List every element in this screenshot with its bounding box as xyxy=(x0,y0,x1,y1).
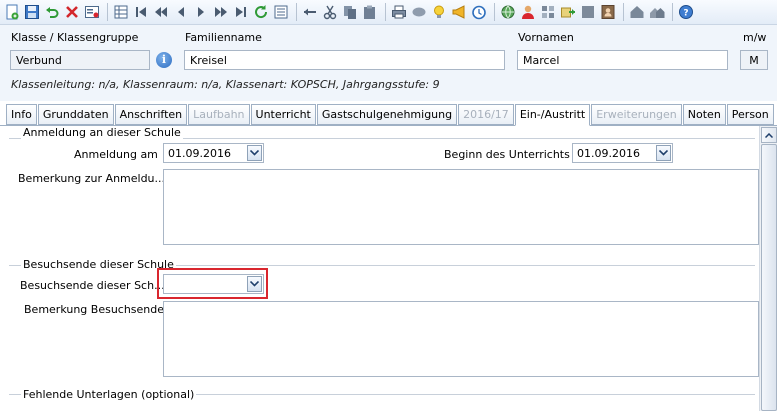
beginn-unterricht-value: 01.09.2016 xyxy=(577,147,640,160)
chevron-down-icon[interactable] xyxy=(656,145,671,161)
tab-noten[interactable]: Noten xyxy=(682,104,726,125)
lightbulb-icon[interactable] xyxy=(430,3,448,21)
familienname-field[interactable]: Kreisel xyxy=(184,50,505,70)
list-icon[interactable] xyxy=(272,3,290,21)
vornamen-field[interactable]: Marcel xyxy=(517,50,728,70)
bemerkung-anmeldung-textarea[interactable] xyxy=(163,169,759,245)
megaphone-icon[interactable] xyxy=(450,3,468,21)
tab-schuljahr[interactable]: 2016/17 xyxy=(458,104,514,125)
anmeldung-am-value: 01.09.2016 xyxy=(168,147,231,160)
tab-erweiterungen[interactable]: Erweiterungen xyxy=(591,104,682,125)
chevron-down-icon[interactable] xyxy=(247,276,262,292)
home-icon[interactable] xyxy=(628,3,646,21)
previous-page-icon[interactable] xyxy=(152,3,170,21)
tab-person[interactable]: Person xyxy=(726,104,774,125)
toolbar-separator xyxy=(623,3,624,21)
new-record-icon[interactable] xyxy=(3,3,21,21)
print-icon[interactable] xyxy=(390,3,408,21)
section-title-anmeldung: Anmeldung an dieser Schule xyxy=(21,126,183,139)
tab-info[interactable]: Info xyxy=(6,104,37,125)
toolbar-separator xyxy=(494,3,495,21)
besuchsende-datepicker[interactable] xyxy=(163,274,264,294)
toolbar-separator xyxy=(107,3,108,21)
user-icon[interactable] xyxy=(519,3,537,21)
vertical-scrollbar[interactable] xyxy=(759,126,777,411)
clock-icon[interactable] xyxy=(470,3,488,21)
geschlecht-field[interactable]: M xyxy=(740,50,768,70)
section-title-unterlagen: Fehlende Unterlagen (optional) xyxy=(21,388,197,401)
copy-icon[interactable] xyxy=(341,3,359,21)
export-icon[interactable] xyxy=(559,3,577,21)
tab-anschriften[interactable]: Anschriften xyxy=(114,104,188,125)
last-icon[interactable] xyxy=(232,3,250,21)
paste-icon[interactable] xyxy=(361,3,379,21)
tab-grunddaten[interactable]: Grunddaten xyxy=(37,104,114,125)
grid-view-icon[interactable] xyxy=(112,3,130,21)
toolbar: ? xyxy=(0,0,777,25)
klasse-field[interactable]: Verbund xyxy=(10,50,150,70)
anmeldung-am-label: Anmeldung am xyxy=(74,148,158,161)
toolbar-separator xyxy=(672,3,673,21)
familienname-label: Familienname xyxy=(185,31,262,44)
bemerkung-besuchsende-label: Bemerkung Besuchsende xyxy=(24,303,165,316)
svg-text:?: ? xyxy=(683,9,688,19)
undo-icon[interactable] xyxy=(43,3,61,21)
first-icon[interactable] xyxy=(132,3,150,21)
scroll-up-button[interactable] xyxy=(761,127,777,143)
next-page-icon[interactable] xyxy=(212,3,230,21)
toolbar-separator xyxy=(296,3,297,21)
bemerkung-besuchsende-textarea[interactable] xyxy=(163,301,759,377)
homes-icon[interactable] xyxy=(648,3,666,21)
contact-icon[interactable] xyxy=(599,3,617,21)
toolbar-separator xyxy=(385,3,386,21)
tab-strip: Info Grunddaten Anschriften Laufbahn Unt… xyxy=(6,104,775,126)
oval-icon[interactable] xyxy=(410,3,428,21)
besuchsende-label: Besuchsende dieser Sch... xyxy=(20,279,165,292)
chevron-down-icon[interactable] xyxy=(247,145,262,161)
next-icon[interactable] xyxy=(192,3,210,21)
note-icon[interactable] xyxy=(579,3,597,21)
tab-gastschulgenehmigung[interactable]: Gastschulgenehmigung xyxy=(316,104,458,125)
section-title-besuchsende: Besuchsende dieser Schule xyxy=(21,258,176,271)
tab-laufbahn[interactable]: Laufbahn xyxy=(188,104,250,125)
previous-icon[interactable] xyxy=(172,3,190,21)
bemerkung-anmeldung-label: Bemerkung zur Anmeldu... xyxy=(18,172,166,185)
globe-icon[interactable] xyxy=(499,3,517,21)
save-icon[interactable] xyxy=(23,3,41,21)
help-icon[interactable]: ? xyxy=(677,3,695,21)
info-icon[interactable]: i xyxy=(156,52,172,68)
beginn-unterricht-datepicker[interactable]: 01.09.2016 xyxy=(572,143,673,163)
tab-unterricht[interactable]: Unterricht xyxy=(250,104,316,125)
anmeldung-am-datepicker[interactable]: 01.09.2016 xyxy=(163,143,264,163)
refresh-icon[interactable] xyxy=(252,3,270,21)
delete-icon[interactable] xyxy=(63,3,81,21)
back-arrow-icon[interactable] xyxy=(301,3,319,21)
class-info-line: Klassenleitung: n/a, Klassenraum: n/a, K… xyxy=(11,78,440,91)
klasse-label: Klasse / Klassengruppe xyxy=(11,31,139,44)
tab-content-ein-austritt: Anmeldung an dieser Schule Anmeldung am … xyxy=(3,126,759,411)
puzzle-icon[interactable] xyxy=(539,3,557,21)
beginn-unterricht-label: Beginn des Unterrichts xyxy=(444,148,570,161)
tab-ein-austritt[interactable]: Ein-/Austritt xyxy=(514,104,591,126)
form-icon[interactable] xyxy=(83,3,101,21)
scroll-thumb[interactable] xyxy=(761,144,777,411)
geschlecht-label: m/w xyxy=(743,31,767,44)
cut-icon[interactable] xyxy=(321,3,339,21)
vornamen-label: Vornamen xyxy=(518,31,574,44)
